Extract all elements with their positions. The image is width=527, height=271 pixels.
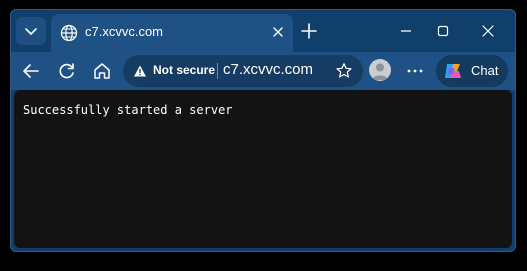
tab-strip: c7.xcvvc.com bbox=[11, 10, 515, 52]
address-divider bbox=[217, 63, 218, 79]
security-status-label[interactable]: Not secure bbox=[153, 63, 215, 77]
minimize-icon[interactable] bbox=[397, 22, 415, 40]
refresh-icon[interactable] bbox=[57, 61, 77, 81]
profile-icon bbox=[372, 63, 388, 80]
chat-label: Chat bbox=[471, 63, 499, 78]
close-tab-icon[interactable] bbox=[271, 25, 285, 39]
browser-window: c7.xcvvc.com Not secure c7.xcvvc.com Cha… bbox=[10, 9, 516, 252]
chevron-down-icon bbox=[25, 28, 37, 35]
copilot-icon bbox=[445, 64, 461, 78]
maximize-icon[interactable] bbox=[434, 22, 452, 40]
tab-active[interactable]: c7.xcvvc.com bbox=[51, 14, 293, 52]
copilot-chat-button[interactable]: Chat bbox=[436, 55, 508, 87]
browser-toolbar: Not secure c7.xcvvc.com Chat bbox=[11, 52, 515, 90]
back-arrow-icon[interactable] bbox=[21, 61, 41, 81]
close-window-icon[interactable] bbox=[479, 22, 497, 40]
warning-icon[interactable] bbox=[133, 64, 147, 78]
address-bar[interactable]: Not secure c7.xcvvc.com bbox=[123, 55, 363, 87]
page-message: Successfully started a server bbox=[23, 103, 233, 117]
more-options-icon[interactable] bbox=[406, 62, 424, 80]
tab-actions-menu-button[interactable] bbox=[16, 17, 46, 45]
profile-avatar[interactable] bbox=[369, 59, 391, 81]
favorite-star-icon[interactable] bbox=[335, 62, 353, 80]
url-text[interactable]: c7.xcvvc.com bbox=[223, 61, 313, 78]
globe-icon bbox=[60, 24, 78, 42]
page-content: Successfully started a server bbox=[14, 90, 512, 248]
tab-title: c7.xcvvc.com bbox=[85, 24, 164, 39]
home-icon[interactable] bbox=[92, 61, 112, 81]
new-tab-icon[interactable] bbox=[299, 21, 319, 41]
